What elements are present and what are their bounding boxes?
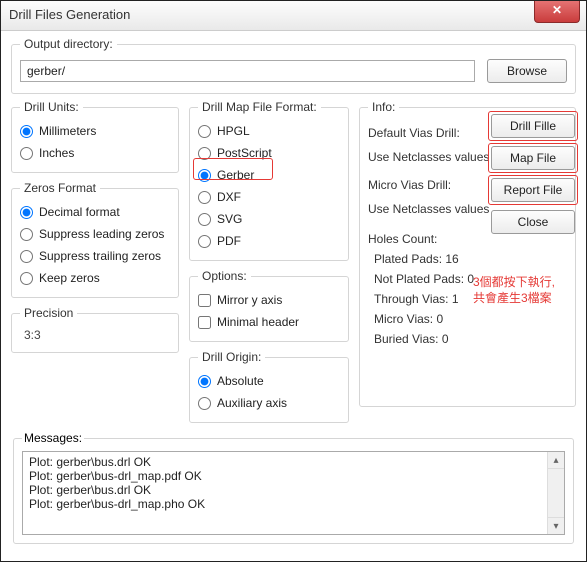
output-directory-group: Output directory: Browse	[11, 37, 576, 94]
zeros-format-group: Zeros Format Decimal format Suppress lea…	[11, 181, 179, 298]
precision-group: Precision 3:3	[11, 306, 179, 353]
radio-gerber[interactable]: Gerber	[198, 164, 340, 186]
info-legend: Info:	[368, 100, 399, 114]
radio-svg[interactable]: SVG	[198, 208, 340, 230]
messages-box[interactable]: Plot: gerber\bus.drl OK Plot: gerber\bus…	[22, 451, 565, 535]
holes-plated-pads: Plated Pads: 16	[374, 252, 567, 272]
annotation-text: 3個都按下執行, 共會產生3檔案	[473, 274, 573, 306]
checkbox-minimal-header[interactable]: Minimal header	[198, 311, 340, 333]
messages-scrollbar[interactable]: ▴ ▾	[547, 452, 564, 534]
radio-hpgl[interactable]: HPGL	[198, 120, 340, 142]
precision-value: 3:3	[20, 326, 170, 344]
drill-file-button[interactable]: Drill Fille	[491, 114, 575, 138]
messages-text: Plot: gerber\bus.drl OK Plot: gerber\bus…	[29, 455, 558, 511]
messages-legend: Messages:	[22, 431, 84, 445]
radio-absolute[interactable]: Absolute	[198, 370, 340, 392]
options-group: Options: Mirror y axis Minimal header	[189, 269, 349, 342]
radio-pdf[interactable]: PDF	[198, 230, 340, 252]
info-buttons-stack: Drill Fille Map File Report File Close	[491, 114, 575, 234]
scroll-up-icon[interactable]: ▴	[548, 452, 564, 469]
radio-dxf[interactable]: DXF	[198, 186, 340, 208]
radio-decimal-format[interactable]: Decimal format	[20, 201, 170, 223]
radio-auxiliary-axis[interactable]: Auxiliary axis	[198, 392, 340, 414]
dialog-window: Drill Files Generation ✕ Output director…	[0, 0, 587, 562]
drill-map-format-legend: Drill Map File Format:	[198, 100, 321, 114]
holes-micro-vias: Micro Vias: 0	[374, 312, 567, 332]
close-button[interactable]: Close	[491, 210, 575, 234]
drill-origin-group: Drill Origin: Absolute Auxiliary axis	[189, 350, 349, 423]
precision-legend: Precision	[20, 306, 77, 320]
output-directory-legend: Output directory:	[20, 37, 117, 51]
drill-units-legend: Drill Units:	[20, 100, 83, 114]
drill-units-group: Drill Units: Millimeters Inches	[11, 100, 179, 173]
holes-count-label: Holes Count:	[368, 232, 567, 246]
output-directory-input[interactable]	[20, 60, 475, 82]
holes-buried-vias: Buried Vias: 0	[374, 332, 567, 352]
scroll-down-icon[interactable]: ▾	[548, 517, 564, 534]
report-file-button[interactable]: Report File	[491, 178, 575, 202]
radio-inches[interactable]: Inches	[20, 142, 170, 164]
radio-millimeters[interactable]: Millimeters	[20, 120, 170, 142]
options-legend: Options:	[198, 269, 251, 283]
radio-suppress-trailing[interactable]: Suppress trailing zeros	[20, 245, 170, 267]
drill-map-format-group: Drill Map File Format: HPGL PostScript G…	[189, 100, 349, 261]
radio-postscript[interactable]: PostScript	[198, 142, 340, 164]
client-area: Output directory: Browse Drill Units: Mi…	[1, 31, 586, 552]
zeros-format-legend: Zeros Format	[20, 181, 100, 195]
radio-keep-zeros[interactable]: Keep zeros	[20, 267, 170, 289]
radio-suppress-leading[interactable]: Suppress leading zeros	[20, 223, 170, 245]
window-close-button[interactable]: ✕	[534, 1, 580, 23]
drill-origin-legend: Drill Origin:	[198, 350, 265, 364]
window-title: Drill Files Generation	[9, 7, 130, 22]
info-group: Info: Drill Fille Map File Report File C…	[359, 100, 576, 407]
browse-button[interactable]: Browse	[487, 59, 567, 83]
messages-group: Messages: Plot: gerber\bus.drl OK Plot: …	[13, 431, 574, 544]
checkbox-mirror-y[interactable]: Mirror y axis	[198, 289, 340, 311]
close-icon: ✕	[552, 3, 562, 17]
titlebar[interactable]: Drill Files Generation ✕	[1, 1, 586, 31]
map-file-button[interactable]: Map File	[491, 146, 575, 170]
